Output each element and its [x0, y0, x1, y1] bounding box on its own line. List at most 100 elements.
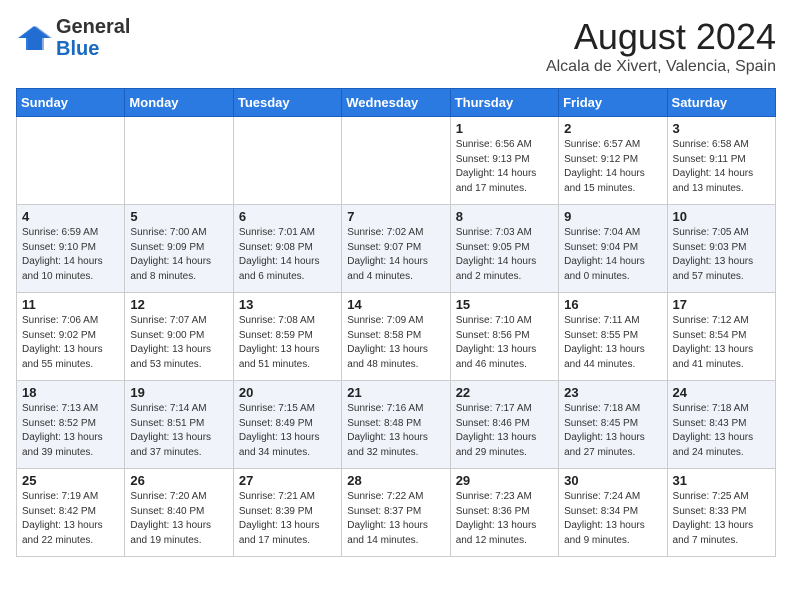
day-number: 30	[564, 473, 661, 488]
calendar-cell: 5 Sunrise: 7:00 AM Sunset: 9:09 PM Daylig…	[125, 205, 233, 293]
day-number: 4	[22, 209, 119, 224]
cell-info: Sunrise: 7:16 AM Sunset: 8:48 PM Dayligh…	[347, 402, 444, 460]
calendar-cell: 2 Sunrise: 6:57 AM Sunset: 9:12 PM Daylig…	[559, 117, 667, 205]
day-number: 12	[130, 297, 227, 312]
header-friday: Friday	[559, 89, 667, 117]
day-number: 24	[673, 385, 770, 400]
week-row-1: 1 Sunrise: 6:56 AM Sunset: 9:13 PM Daylig…	[17, 117, 776, 205]
day-number: 15	[456, 297, 553, 312]
cell-info: Sunrise: 7:08 AM Sunset: 8:59 PM Dayligh…	[239, 314, 336, 372]
day-number: 5	[130, 209, 227, 224]
day-number: 29	[456, 473, 553, 488]
calendar-cell: 22 Sunrise: 7:17 AM Sunset: 8:46 PM Dayli…	[450, 381, 558, 469]
cell-info: Sunrise: 7:06 AM Sunset: 9:02 PM Dayligh…	[22, 314, 119, 372]
cell-info: Sunrise: 7:05 AM Sunset: 9:03 PM Dayligh…	[673, 226, 770, 284]
location: Alcala de Xivert, Valencia, Spain	[546, 58, 776, 76]
day-number: 25	[22, 473, 119, 488]
page-header: General Blue August 2024 Alcala de Xiver…	[16, 16, 776, 76]
calendar-cell: 23 Sunrise: 7:18 AM Sunset: 8:45 PM Dayli…	[559, 381, 667, 469]
day-number: 9	[564, 209, 661, 224]
day-number: 22	[456, 385, 553, 400]
calendar-cell: 15 Sunrise: 7:10 AM Sunset: 8:56 PM Dayli…	[450, 293, 558, 381]
cell-info: Sunrise: 7:18 AM Sunset: 8:43 PM Dayligh…	[673, 402, 770, 460]
calendar-header: SundayMondayTuesdayWednesdayThursdayFrid…	[17, 89, 776, 117]
day-number: 13	[239, 297, 336, 312]
cell-info: Sunrise: 7:01 AM Sunset: 9:08 PM Dayligh…	[239, 226, 336, 284]
cell-info: Sunrise: 6:57 AM Sunset: 9:12 PM Dayligh…	[564, 138, 661, 196]
calendar-cell: 30 Sunrise: 7:24 AM Sunset: 8:34 PM Dayli…	[559, 469, 667, 557]
calendar-cell: 11 Sunrise: 7:06 AM Sunset: 9:02 PM Dayli…	[17, 293, 125, 381]
day-number: 10	[673, 209, 770, 224]
day-number: 11	[22, 297, 119, 312]
header-row: SundayMondayTuesdayWednesdayThursdayFrid…	[17, 89, 776, 117]
day-number: 7	[347, 209, 444, 224]
day-number: 14	[347, 297, 444, 312]
cell-info: Sunrise: 7:10 AM Sunset: 8:56 PM Dayligh…	[456, 314, 553, 372]
day-number: 6	[239, 209, 336, 224]
cell-info: Sunrise: 7:21 AM Sunset: 8:39 PM Dayligh…	[239, 490, 336, 548]
cell-info: Sunrise: 7:09 AM Sunset: 8:58 PM Dayligh…	[347, 314, 444, 372]
calendar-cell: 7 Sunrise: 7:02 AM Sunset: 9:07 PM Daylig…	[342, 205, 450, 293]
cell-info: Sunrise: 7:00 AM Sunset: 9:09 PM Dayligh…	[130, 226, 227, 284]
calendar-cell: 24 Sunrise: 7:18 AM Sunset: 8:43 PM Dayli…	[667, 381, 775, 469]
calendar-cell: 26Sunrise: 7:20 AM Sunset: 8:40 PM Dayli…	[125, 469, 233, 557]
day-number: 26	[130, 473, 227, 488]
calendar-cell: 17Sunrise: 7:12 AM Sunset: 8:54 PM Dayli…	[667, 293, 775, 381]
calendar-cell: 21Sunrise: 7:16 AM Sunset: 8:48 PM Dayli…	[342, 381, 450, 469]
calendar-cell: 3 Sunrise: 6:58 AM Sunset: 9:11 PM Daylig…	[667, 117, 775, 205]
calendar-cell: 29 Sunrise: 7:23 AM Sunset: 8:36 PM Dayli…	[450, 469, 558, 557]
cell-info: Sunrise: 7:12 AM Sunset: 8:54 PM Dayligh…	[673, 314, 770, 372]
cell-info: Sunrise: 7:23 AM Sunset: 8:36 PM Dayligh…	[456, 490, 553, 548]
calendar-cell	[17, 117, 125, 205]
cell-info: Sunrise: 7:14 AM Sunset: 8:51 PM Dayligh…	[130, 402, 227, 460]
calendar-cell: 10 Sunrise: 7:05 AM Sunset: 9:03 PM Dayli…	[667, 205, 775, 293]
cell-info: Sunrise: 6:56 AM Sunset: 9:13 PM Dayligh…	[456, 138, 553, 196]
calendar-cell	[233, 117, 341, 205]
month-year: August 2024	[546, 16, 776, 58]
calendar-cell: 4 Sunrise: 6:59 AM Sunset: 9:10 PM Daylig…	[17, 205, 125, 293]
week-row-5: 25 Sunrise: 7:19 AM Sunset: 8:42 PM Dayli…	[17, 469, 776, 557]
week-row-4: 18Sunrise: 7:13 AM Sunset: 8:52 PM Dayli…	[17, 381, 776, 469]
day-number: 8	[456, 209, 553, 224]
cell-info: Sunrise: 7:03 AM Sunset: 9:05 PM Dayligh…	[456, 226, 553, 284]
title-section: August 2024 Alcala de Xivert, Valencia, …	[546, 16, 776, 76]
calendar-cell: 20Sunrise: 7:15 AM Sunset: 8:49 PM Dayli…	[233, 381, 341, 469]
day-number: 3	[673, 121, 770, 136]
cell-info: Sunrise: 7:19 AM Sunset: 8:42 PM Dayligh…	[22, 490, 119, 548]
cell-info: Sunrise: 7:18 AM Sunset: 8:45 PM Dayligh…	[564, 402, 661, 460]
calendar-cell	[125, 117, 233, 205]
day-number: 1	[456, 121, 553, 136]
cell-info: Sunrise: 7:22 AM Sunset: 8:37 PM Dayligh…	[347, 490, 444, 548]
cell-info: Sunrise: 6:59 AM Sunset: 9:10 PM Dayligh…	[22, 226, 119, 284]
day-number: 31	[673, 473, 770, 488]
day-number: 2	[564, 121, 661, 136]
calendar-cell: 8 Sunrise: 7:03 AM Sunset: 9:05 PM Daylig…	[450, 205, 558, 293]
cell-info: Sunrise: 6:58 AM Sunset: 9:11 PM Dayligh…	[673, 138, 770, 196]
cell-info: Sunrise: 7:15 AM Sunset: 8:49 PM Dayligh…	[239, 402, 336, 460]
calendar-cell: 19 Sunrise: 7:14 AM Sunset: 8:51 PM Dayli…	[125, 381, 233, 469]
cell-info: Sunrise: 7:17 AM Sunset: 8:46 PM Dayligh…	[456, 402, 553, 460]
cell-info: Sunrise: 7:07 AM Sunset: 9:00 PM Dayligh…	[130, 314, 227, 372]
cell-info: Sunrise: 7:13 AM Sunset: 8:52 PM Dayligh…	[22, 402, 119, 460]
calendar-cell: 9 Sunrise: 7:04 AM Sunset: 9:04 PM Daylig…	[559, 205, 667, 293]
calendar-cell	[342, 117, 450, 205]
day-number: 19	[130, 385, 227, 400]
day-number: 28	[347, 473, 444, 488]
calendar-cell: 13 Sunrise: 7:08 AM Sunset: 8:59 PM Dayli…	[233, 293, 341, 381]
calendar-cell: 12 Sunrise: 7:07 AM Sunset: 9:00 PM Dayli…	[125, 293, 233, 381]
calendar-cell: 1 Sunrise: 6:56 AM Sunset: 9:13 PM Daylig…	[450, 117, 558, 205]
cell-info: Sunrise: 7:24 AM Sunset: 8:34 PM Dayligh…	[564, 490, 661, 548]
calendar-cell: 14 Sunrise: 7:09 AM Sunset: 8:58 PM Dayli…	[342, 293, 450, 381]
day-number: 23	[564, 385, 661, 400]
cell-info: Sunrise: 7:04 AM Sunset: 9:04 PM Dayligh…	[564, 226, 661, 284]
day-number: 27	[239, 473, 336, 488]
calendar-body: 1 Sunrise: 6:56 AM Sunset: 9:13 PM Daylig…	[17, 117, 776, 557]
logo-icon	[16, 24, 52, 52]
calendar-cell: 31Sunrise: 7:25 AM Sunset: 8:33 PM Dayli…	[667, 469, 775, 557]
cell-info: Sunrise: 7:02 AM Sunset: 9:07 PM Dayligh…	[347, 226, 444, 284]
calendar-cell: 25 Sunrise: 7:19 AM Sunset: 8:42 PM Dayli…	[17, 469, 125, 557]
calendar-cell: 18Sunrise: 7:13 AM Sunset: 8:52 PM Dayli…	[17, 381, 125, 469]
cell-info: Sunrise: 7:11 AM Sunset: 8:55 PM Dayligh…	[564, 314, 661, 372]
day-number: 16	[564, 297, 661, 312]
calendar-cell: 28 Sunrise: 7:22 AM Sunset: 8:37 PM Dayli…	[342, 469, 450, 557]
